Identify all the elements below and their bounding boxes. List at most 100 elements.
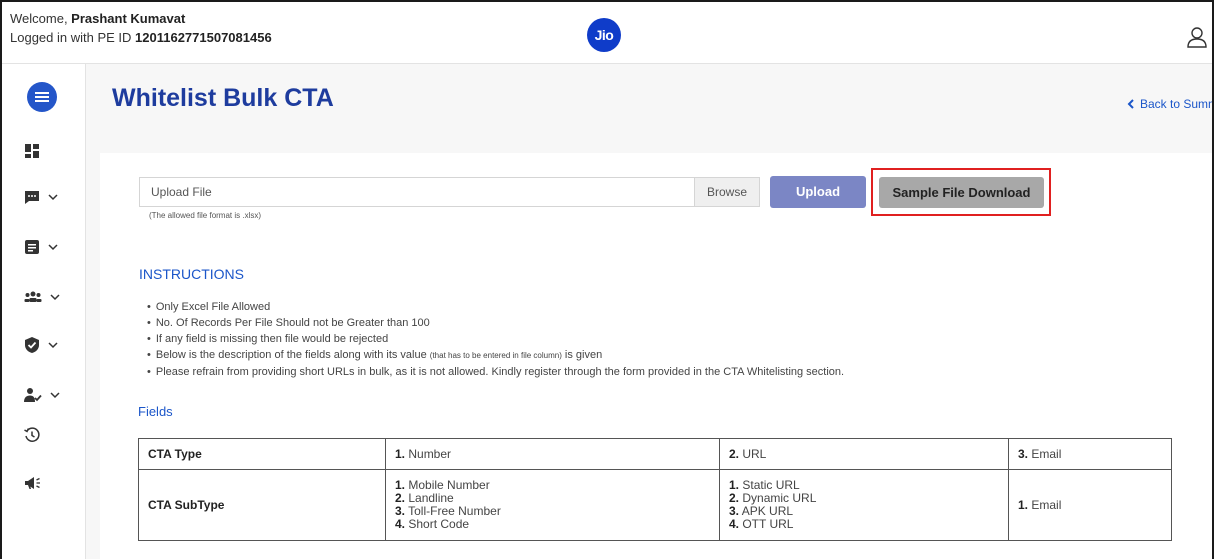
upload-button[interactable]: Upload — [770, 176, 866, 208]
instructions-list: Only Excel File Allowed No. Of Records P… — [147, 299, 844, 380]
sidebar-item-security[interactable] — [24, 334, 58, 356]
entry-number: 4. — [395, 517, 406, 531]
chevron-down-icon — [48, 342, 58, 349]
table-cell: 1. Email — [1008, 469, 1172, 541]
entry-number: 3. — [729, 504, 740, 518]
user-check-icon — [24, 388, 42, 402]
table-row: CTA Type 1. Number 2. URL 3. Email — [138, 438, 1172, 470]
top-header: Welcome, Prashant Kumavat Logged in with… — [2, 2, 1212, 64]
cell-entry: 1. Number — [395, 446, 710, 461]
app-frame: Welcome, Prashant Kumavat Logged in with… — [0, 0, 1214, 559]
table-cell: 1. Static URL 2. Dynamic URL 3. APK URL 4. … — [719, 469, 1009, 541]
sidebar-item-campaigns[interactable] — [24, 472, 42, 494]
dashboard-icon — [25, 144, 39, 158]
file-input-placeholder[interactable]: Upload File — [140, 178, 694, 206]
sidebar — [2, 64, 86, 559]
entry-number: 1. — [395, 446, 406, 461]
instruction-item: Please refrain from providing short URLs… — [147, 364, 844, 380]
instruction-text: is given — [561, 349, 603, 361]
table-cell: 2. URL — [719, 438, 1009, 470]
sidebar-item-users[interactable] — [24, 384, 60, 406]
instruction-item: Only Excel File Allowed — [147, 299, 844, 315]
back-link-label: Back to Summary — [1140, 97, 1212, 111]
table-cell: 1. Number — [385, 438, 720, 470]
back-to-summary-link[interactable]: Back to Summary — [1127, 97, 1212, 111]
sidebar-item-groups[interactable] — [24, 286, 60, 308]
cell-list: 1. Number — [395, 446, 710, 461]
user-profile-icon[interactable] — [1186, 26, 1208, 48]
fields-table: CTA Type 1. Number 2. URL 3. Email CTA S… — [138, 438, 1172, 541]
entry-text: APK URL — [739, 504, 794, 518]
sidebar-item-messages[interactable] — [24, 186, 58, 208]
group-icon — [24, 291, 42, 302]
instruction-item: If any field is missing then file would … — [147, 331, 844, 347]
welcome-prefix: Welcome, — [10, 11, 72, 26]
message-icon — [25, 191, 39, 204]
pe-id: 1201162771507081456 — [135, 30, 272, 45]
chevron-down-icon — [48, 194, 58, 201]
instruction-text: Below is the description of the fields a… — [155, 349, 430, 361]
file-upload-field[interactable]: Upload File Browse — [139, 177, 760, 207]
browse-button[interactable]: Browse — [694, 178, 759, 206]
history-icon — [24, 427, 40, 442]
cell-list: 3. Email — [1018, 446, 1162, 461]
entry-text: Static URL — [739, 478, 800, 492]
table-row: CTA SubType 1. Mobile Number 2. Landline 3… — [138, 469, 1172, 541]
chevron-left-icon — [1127, 99, 1134, 109]
cell-entry: 2. URL — [729, 446, 999, 461]
entry-number: 3. — [395, 504, 406, 518]
table-cell: 3. Email — [1008, 438, 1172, 470]
page-title: Whitelist Bulk CTA — [112, 84, 334, 112]
entry-number: 1. — [1018, 497, 1029, 512]
logo-text: Jio — [594, 27, 614, 43]
entry-number: 3. — [1018, 446, 1029, 461]
menu-toggle-button[interactable] — [27, 82, 57, 112]
cell-entry: 1. Email — [1018, 497, 1162, 512]
instruction-item: No. Of Records Per File Should not be Gr… — [147, 315, 844, 331]
entry-text: Number — [405, 446, 452, 461]
document-icon — [25, 240, 39, 254]
entry-number: 4. — [729, 517, 740, 531]
entry-number: 1. — [729, 478, 740, 492]
chevron-down-icon — [50, 294, 60, 301]
cta-subtype-label: CTA SubType — [138, 469, 386, 541]
chevron-down-icon — [50, 392, 60, 399]
entry-text: Short Code — [405, 517, 470, 531]
hamburger-icon — [35, 92, 49, 102]
user-name: Prashant Kumavat — [71, 11, 186, 26]
entry-text: Toll-Free Number — [405, 504, 501, 518]
cell-entry: 3. Email — [1018, 446, 1162, 461]
entry-text: Email — [1028, 446, 1062, 461]
welcome-block: Welcome, Prashant Kumavat Logged in with… — [10, 9, 272, 47]
instructions-title: INSTRUCTIONS — [139, 266, 244, 282]
entry-text: Mobile Number — [405, 478, 490, 492]
entry-text: Dynamic URL — [739, 491, 817, 505]
cell-list: 2. URL — [729, 446, 999, 461]
entry-number: 1. — [395, 478, 406, 492]
cell-entry: 4. OTT URL — [729, 518, 999, 531]
shield-check-icon — [25, 337, 39, 353]
fields-title: Fields — [138, 404, 173, 419]
entry-text: Email — [1028, 497, 1062, 512]
sidebar-item-history[interactable] — [24, 424, 40, 446]
cell-entry: 4. Short Code — [395, 518, 710, 531]
cell-list: 1. Email — [1018, 497, 1162, 512]
entry-number: 2. — [729, 446, 740, 461]
instruction-note: (that has to be entered in file column) — [429, 351, 562, 360]
sidebar-item-documents[interactable] — [24, 236, 58, 258]
cell-list: 1. Static URL 2. Dynamic URL 3. APK URL 4. … — [729, 479, 999, 531]
entry-text: Landline — [405, 491, 454, 505]
megaphone-icon — [25, 477, 40, 489]
cta-type-label: CTA Type — [138, 438, 386, 470]
highlight-box — [871, 168, 1051, 216]
entry-number: 2. — [395, 491, 406, 505]
cell-list: 1. Mobile Number 2. Landline 3. Toll-Free … — [395, 479, 710, 531]
jio-logo[interactable]: Jio — [587, 18, 621, 52]
allowed-format-note: (The allowed file format is .xlsx) — [149, 211, 262, 220]
table-cell: 1. Mobile Number 2. Landline 3. Toll-Free … — [385, 469, 720, 541]
entry-text: URL — [739, 446, 767, 461]
sidebar-item-dashboard[interactable] — [24, 140, 40, 162]
chevron-down-icon — [48, 244, 58, 251]
pe-prefix: Logged in with PE ID — [10, 30, 136, 45]
entry-text: OTT URL — [739, 517, 794, 531]
